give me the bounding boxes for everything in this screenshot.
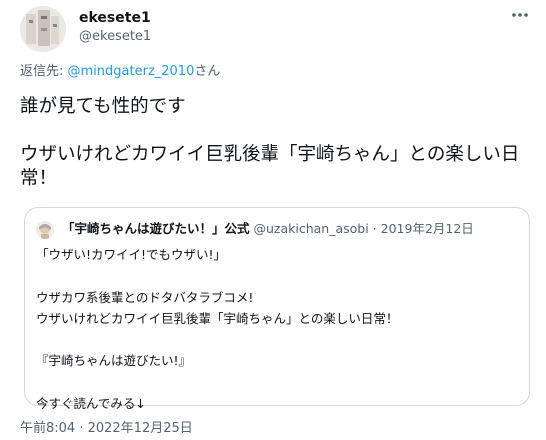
quote-tweet-text: 「ウザい!カワイイ!でもウザい!」 ウザカワ系後輩とのドタバタラブコメ! ウザい… [36,247,399,412]
quote-tweet-card[interactable]: 「宇崎ちゃんは遊びたい！」公式 @uzakichan_asobi · 2019年… [24,207,530,411]
tweet-timestamp[interactable]: 午前8:04 · 2022年12月25日 [20,420,193,438]
author-handle[interactable]: @ekesete1 [79,28,151,46]
quote-avatar-image [36,221,54,239]
author-display-name[interactable]: ekesete1 [79,9,151,27]
quote-author-meta: @uzakichan_asobi · 2019年2月12日 [253,221,474,236]
quote-author-name: 「宇崎ちゃんは遊びたい！」公式 [62,221,250,236]
quote-author-avatar [36,221,54,239]
tweet-text: 誰が見ても性的です ウザいけれどカワイイ巨乳後輩「宇崎ちゃん」との楽しい日常！ [20,96,520,189]
author-avatar[interactable] [20,6,66,52]
reply-to-prefix: 返信先: [20,64,68,79]
reply-to-line: 返信先: @mindgaterz_2010さん [20,63,220,81]
tweet: ekesete1 @ekesete1 返信先: @mindgaterz_2010… [0,0,546,440]
reply-to-suffix: さん [194,64,221,79]
more-options-button[interactable] [508,10,532,20]
more-dots-icon [512,13,528,17]
reply-to-mention-link[interactable]: @mindgaterz_2010 [68,64,195,79]
quote-header: 「宇崎ちゃんは遊びたい！」公式 @uzakichan_asobi · 2019年… [62,220,474,238]
author-avatar-image [20,6,66,52]
